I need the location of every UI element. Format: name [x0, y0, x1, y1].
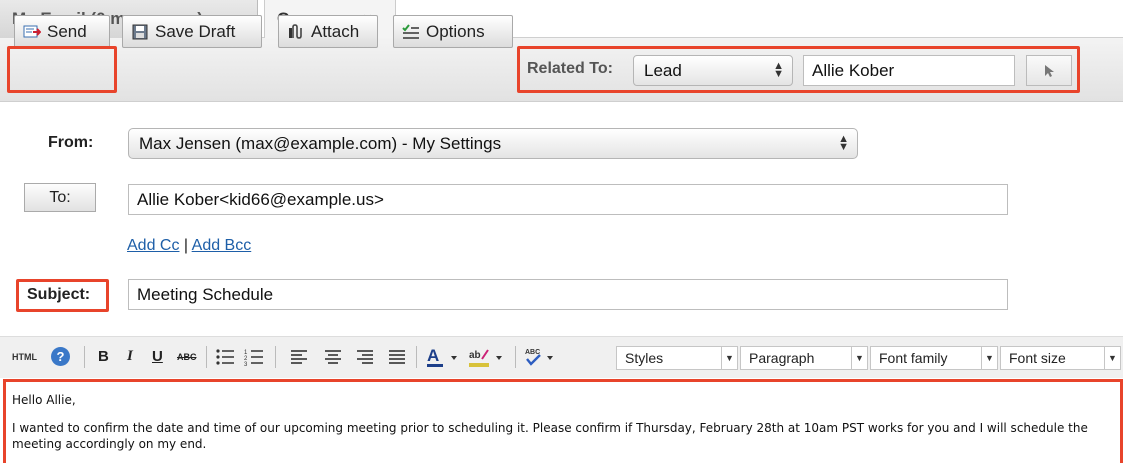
related-to-value: Lead	[644, 60, 682, 80]
font-size-dropdown[interactable]: Font size ▼	[1000, 346, 1121, 370]
paperclip-icon	[289, 23, 302, 39]
attach-label: Attach	[311, 21, 360, 41]
from-value: Max Jensen (max@example.com) - My Settin…	[139, 133, 502, 153]
bullet-list-icon[interactable]	[215, 347, 235, 367]
text-color-icon[interactable]: A	[426, 346, 462, 368]
font-family-label: Font family	[879, 350, 948, 366]
font-size-label: Font size	[1009, 350, 1066, 366]
send-icon	[23, 25, 41, 37]
body-text: I wanted to confirm the date and time of…	[12, 421, 1088, 451]
floppy-icon	[132, 24, 148, 39]
dropdown-arrow-icon: ▼	[981, 347, 997, 369]
attach-button[interactable]: Attach	[278, 15, 378, 48]
related-to-select[interactable]: Lead ▲ ▼	[633, 55, 793, 86]
separator	[84, 346, 85, 368]
subject-input[interactable]: Meeting Schedule	[128, 279, 1008, 310]
select-arrows-icon: ▲ ▼	[773, 60, 784, 80]
underline-button[interactable]: U	[152, 348, 163, 365]
styles-label: Styles	[625, 350, 664, 366]
to-value: Allie Kober<kid66@example.us>	[137, 189, 384, 209]
align-left-icon[interactable]	[290, 348, 308, 366]
save-draft-label: Save Draft	[155, 21, 236, 41]
help-icon[interactable]: ?	[51, 347, 70, 366]
paragraph-dropdown[interactable]: Paragraph ▼	[740, 346, 868, 370]
styles-dropdown[interactable]: Styles ▼	[616, 346, 738, 370]
cursor-icon	[1045, 64, 1054, 77]
strikethrough-button[interactable]: ABC	[177, 352, 197, 362]
to-button[interactable]: To:	[24, 183, 96, 212]
send-label: Send	[47, 21, 87, 41]
to-label: To:	[49, 188, 71, 206]
related-name-input[interactable]: Allie Kober	[803, 55, 1015, 86]
svg-text:ABC: ABC	[525, 349, 540, 356]
dropdown-arrow-icon: ▼	[1104, 347, 1120, 369]
add-bcc-link[interactable]: Add Bcc	[192, 237, 252, 254]
numbered-list-icon[interactable]: 123	[244, 347, 264, 367]
email-body-editor[interactable]: Hello Allie, I wanted to confirm the dat…	[3, 379, 1123, 463]
dropdown-arrow-icon: ▼	[851, 347, 867, 369]
from-select[interactable]: Max Jensen (max@example.com) - My Settin…	[128, 128, 858, 159]
separator	[275, 346, 276, 368]
svg-text:3: 3	[244, 362, 248, 367]
font-family-dropdown[interactable]: Font family ▼	[870, 346, 998, 370]
subject-value: Meeting Schedule	[137, 284, 274, 304]
dropdown-arrow-icon: ▼	[721, 347, 737, 369]
separator	[515, 346, 516, 368]
subject-label: Subject:	[27, 286, 91, 303]
select-arrows-icon: ▲ ▼	[838, 133, 849, 153]
link-separator: |	[183, 237, 189, 254]
save-draft-button[interactable]: Save Draft	[122, 15, 262, 48]
add-cc-link[interactable]: Add Cc	[127, 237, 179, 254]
select-record-button[interactable]	[1026, 55, 1072, 86]
send-button[interactable]: Send	[14, 15, 110, 48]
align-justify-icon[interactable]	[388, 348, 406, 366]
to-input[interactable]: Allie Kober<kid66@example.us>	[128, 184, 1008, 215]
bold-button[interactable]: B	[98, 348, 109, 365]
options-button[interactable]: Options	[393, 15, 513, 48]
cc-bcc-links: Add Cc | Add Bcc	[127, 237, 251, 255]
related-name-value: Allie Kober	[812, 60, 895, 80]
options-icon	[402, 23, 419, 39]
align-center-icon[interactable]	[324, 348, 342, 366]
svg-text:ab: ab	[469, 350, 481, 361]
separator	[206, 346, 207, 368]
from-label: From:	[48, 134, 94, 151]
options-label: Options	[426, 21, 485, 41]
align-right-icon[interactable]	[356, 348, 374, 366]
spellcheck-icon[interactable]: ABC	[523, 346, 559, 368]
body-greeting: Hello Allie,	[12, 393, 76, 407]
html-button[interactable]: HTML	[12, 352, 37, 362]
highlight-color-icon[interactable]: ab	[468, 346, 508, 368]
svg-text:A: A	[427, 346, 439, 365]
paragraph-label: Paragraph	[749, 350, 815, 366]
related-to-label: Related To:	[527, 60, 613, 77]
separator	[416, 346, 417, 368]
italic-button[interactable]: I	[127, 348, 133, 365]
send-highlight	[7, 46, 117, 93]
